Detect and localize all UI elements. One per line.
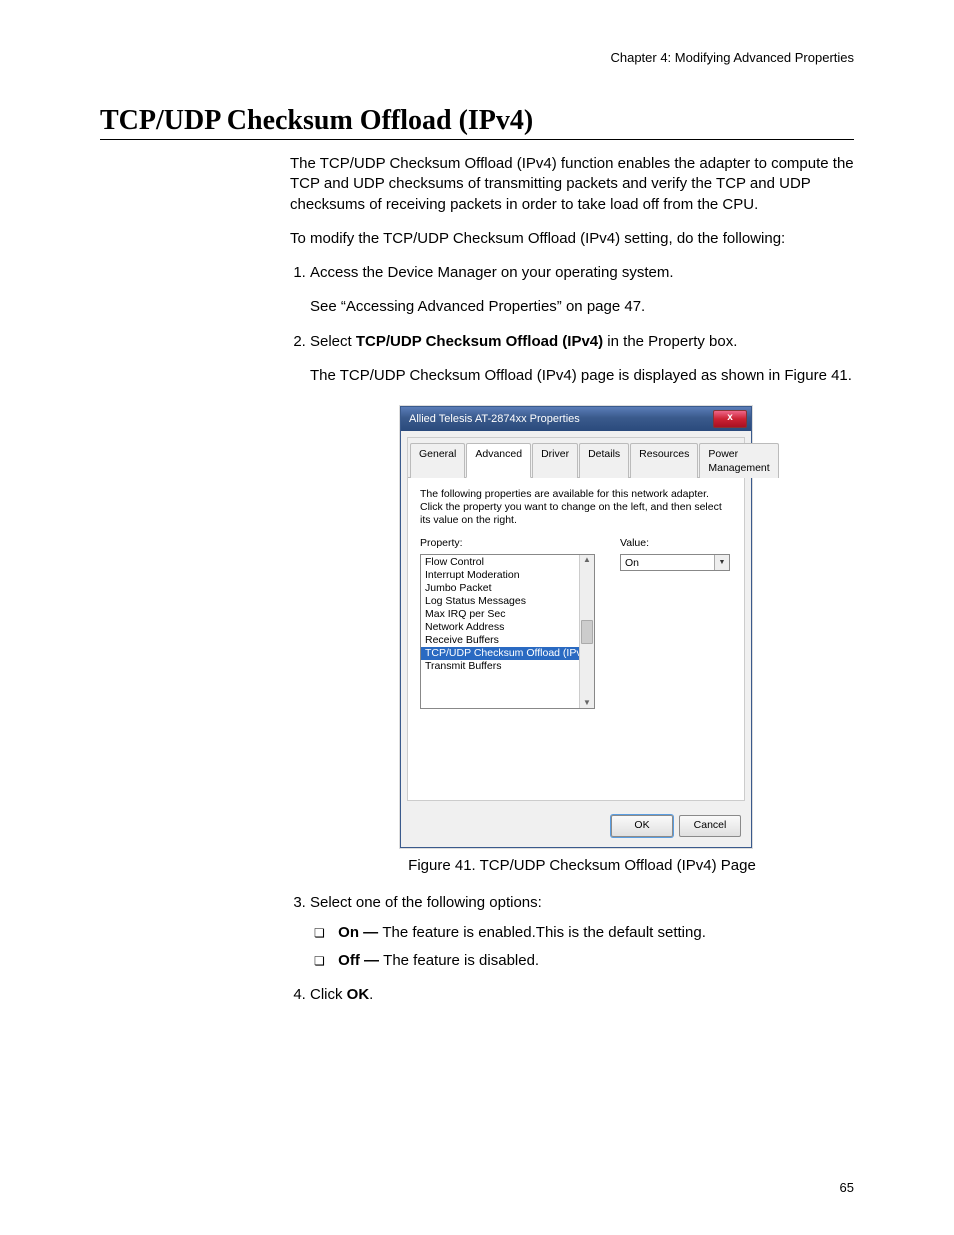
- tab-strip: General Advanced Driver Details Resource…: [408, 438, 744, 478]
- list-item[interactable]: Receive Buffers: [421, 634, 580, 647]
- tab-general[interactable]: General: [410, 443, 465, 478]
- option-off-label: Off —: [338, 952, 383, 969]
- step-3: Select one of the following options: On …: [310, 893, 854, 972]
- chevron-down-icon[interactable]: ▼: [714, 555, 729, 570]
- property-listbox[interactable]: Flow Control Interrupt Moderation Jumbo …: [420, 554, 595, 709]
- tab-advanced[interactable]: Advanced: [466, 443, 531, 478]
- step-1: Access the Device Manager on your operat…: [310, 263, 854, 318]
- step-2-pre: Select: [310, 333, 356, 350]
- step-4-bold: OK: [347, 986, 370, 1003]
- dialog-description: The following properties are available f…: [420, 488, 732, 526]
- scroll-up-icon[interactable]: ▲: [583, 555, 591, 565]
- step-2-bold: TCP/UDP Checksum Offload (IPv4): [356, 333, 603, 350]
- intro-paragraph-1: The TCP/UDP Checksum Offload (IPv4) func…: [290, 154, 854, 215]
- step-3-text: Select one of the following options:: [310, 894, 542, 911]
- dialog-figure: Allied Telesis AT-2874xx Properties x Ge…: [400, 406, 854, 848]
- chapter-header: Chapter 4: Modifying Advanced Properties: [100, 50, 854, 65]
- tab-details[interactable]: Details: [579, 443, 629, 478]
- list-item[interactable]: Flow Control: [421, 555, 580, 568]
- step-2: Select TCP/UDP Checksum Offload (IPv4) i…: [310, 332, 854, 877]
- list-item[interactable]: Max IRQ per Sec: [421, 608, 580, 621]
- option-off: Off — The feature is disabled.: [334, 951, 854, 971]
- properties-dialog: Allied Telesis AT-2874xx Properties x Ge…: [400, 406, 752, 848]
- value-label: Value:: [620, 536, 732, 550]
- list-item[interactable]: Interrupt Moderation: [421, 568, 580, 581]
- list-item-selected[interactable]: TCP/UDP Checksum Offload (IPv4: [421, 647, 580, 660]
- close-button[interactable]: x: [713, 410, 747, 428]
- scroll-down-icon[interactable]: ▼: [583, 698, 591, 708]
- page-number: 65: [840, 1180, 854, 1195]
- tab-resources[interactable]: Resources: [630, 443, 698, 478]
- dialog-title: Allied Telesis AT-2874xx Properties: [409, 412, 580, 427]
- step-2-post: in the Property box.: [603, 333, 737, 350]
- step-4-post: .: [369, 986, 373, 1003]
- list-item[interactable]: Log Status Messages: [421, 594, 580, 607]
- option-off-desc: The feature is disabled.: [383, 952, 539, 969]
- step-2-sub: The TCP/UDP Checksum Offload (IPv4) page…: [310, 366, 854, 386]
- step-4-pre: Click: [310, 986, 347, 1003]
- property-label: Property:: [420, 536, 600, 550]
- scroll-thumb[interactable]: [581, 620, 593, 644]
- list-item[interactable]: Network Address: [421, 621, 580, 634]
- ok-button[interactable]: OK: [611, 815, 673, 837]
- cancel-button[interactable]: Cancel: [679, 815, 741, 837]
- list-item[interactable]: Jumbo Packet: [421, 581, 580, 594]
- step-4: Click OK.: [310, 985, 854, 1005]
- step-1-sub: See “Accessing Advanced Properties” on p…: [310, 297, 854, 317]
- list-item[interactable]: Transmit Buffers: [421, 660, 580, 673]
- tab-power-management[interactable]: Power Management: [699, 443, 778, 478]
- dialog-titlebar: Allied Telesis AT-2874xx Properties x: [401, 407, 751, 431]
- intro-paragraph-2: To modify the TCP/UDP Checksum Offload (…: [290, 229, 854, 249]
- option-on-label: On —: [338, 924, 382, 941]
- step-1-text: Access the Device Manager on your operat…: [310, 264, 674, 281]
- section-heading: TCP/UDP Checksum Offload (IPv4): [100, 105, 854, 140]
- value-combobox-text: On: [625, 556, 639, 570]
- option-on: On — The feature is enabled.This is the …: [334, 923, 854, 943]
- figure-caption: Figure 41. TCP/UDP Checksum Offload (IPv…: [310, 856, 854, 876]
- tab-driver[interactable]: Driver: [532, 443, 578, 478]
- value-combobox[interactable]: On ▼: [620, 554, 730, 571]
- option-on-desc: The feature is enabled.This is the defau…: [382, 924, 706, 941]
- listbox-scrollbar[interactable]: ▲ ▼: [579, 555, 594, 708]
